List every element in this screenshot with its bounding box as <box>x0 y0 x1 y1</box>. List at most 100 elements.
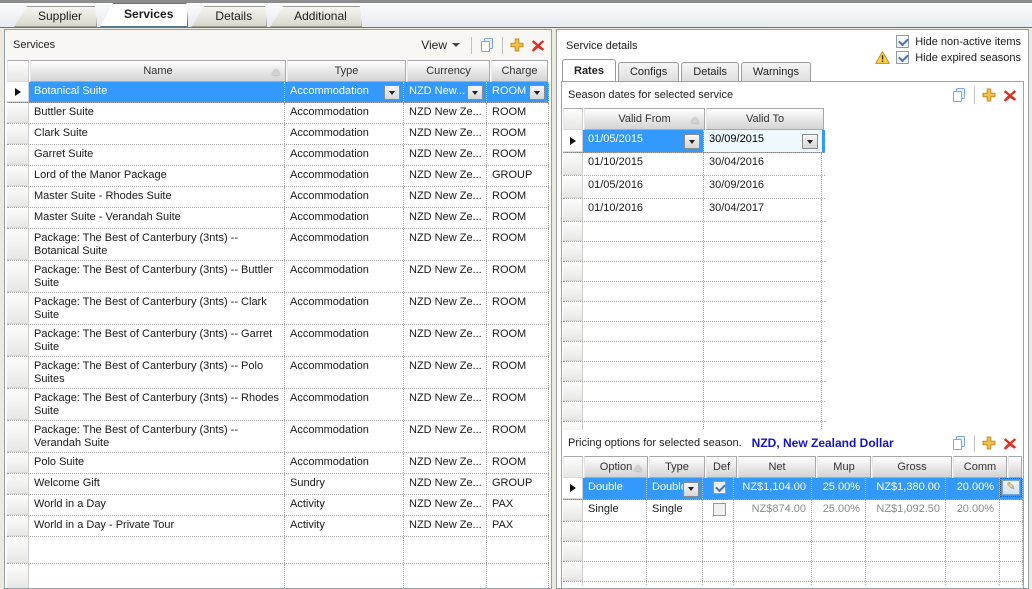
service-row[interactable]: Welcome Gift Sundry NZD New Ze... GROUP <box>7 474 549 495</box>
cell-type[interactable]: Double <box>647 478 703 499</box>
cell-service-type[interactable]: Accommodation <box>285 145 404 165</box>
cell-service-currency[interactable]: NZD New Ze... <box>404 357 487 388</box>
window-tab[interactable]: Details <box>191 6 267 27</box>
service-row[interactable]: Garret Suite Accommodation NZD New Ze...… <box>7 145 549 166</box>
season-row[interactable]: 01/05/2016 30/09/2016 <box>563 176 825 199</box>
cell-service-charge[interactable]: ROOM <box>487 187 549 207</box>
cell-service-type[interactable]: Accommodation <box>285 293 404 324</box>
cell-service-name[interactable]: Garret Suite <box>29 145 285 165</box>
service-row[interactable]: Botanical Suite Accommodation NZD New...… <box>7 82 549 103</box>
cell-service-currency[interactable]: NZD New... <box>404 82 487 102</box>
cell-service-name[interactable]: Package: The Best of Canterbury (3nts) -… <box>29 229 285 260</box>
cell-valid-from[interactable]: 01/10/2016 <box>583 199 704 221</box>
cell-service-charge[interactable]: GROUP <box>487 474 549 494</box>
details-tab[interactable]: Rates <box>562 59 616 82</box>
cell-service-currency[interactable]: NZD New Ze... <box>404 495 487 515</box>
cell-service-type[interactable]: Accommodation <box>285 187 404 207</box>
dropdown-button[interactable] <box>802 134 818 149</box>
dropdown-button[interactable] <box>529 85 545 100</box>
cell-valid-to[interactable]: 30/04/2017 <box>704 199 822 221</box>
cell-option[interactable]: Single <box>583 500 647 521</box>
cell-valid-to[interactable]: 30/04/2016 <box>704 153 822 175</box>
service-row[interactable]: Master Suite - Rhodes Suite Accommodatio… <box>7 187 549 208</box>
cell-service-charge[interactable]: ROOM <box>487 229 549 260</box>
cell-service-name[interactable]: Clark Suite <box>29 124 285 144</box>
hide-expired-checkbox[interactable] <box>896 51 909 64</box>
cell-service-name[interactable]: World in a Day <box>29 495 285 515</box>
column-header-def[interactable]: Def <box>706 456 737 478</box>
cell-service-name[interactable]: Master Suite - Verandah Suite <box>29 208 285 228</box>
cell-service-charge[interactable]: ROOM <box>487 82 549 102</box>
cell-service-name[interactable]: Buttler Suite <box>29 103 285 123</box>
cell-service-name[interactable]: Lord of the Manor Package <box>29 166 285 186</box>
cell-service-charge[interactable]: ROOM <box>487 208 549 228</box>
dropdown-button[interactable] <box>467 85 483 100</box>
cell-service-name[interactable]: Master Suite - Rhodes Suite <box>29 187 285 207</box>
service-row[interactable]: Package: The Best of Canterbury (3nts) -… <box>7 261 549 293</box>
cell-service-name[interactable]: World in a Day - Private Tour <box>29 516 285 536</box>
cell-service-currency[interactable]: NZD New Ze... <box>404 293 487 324</box>
details-tab[interactable]: Warnings <box>741 62 811 82</box>
cell-service-currency[interactable]: NZD New Ze... <box>404 145 487 165</box>
delete-icon[interactable] <box>1003 89 1017 102</box>
cell-service-name[interactable]: Welcome Gift <box>29 474 285 494</box>
cell-mup[interactable]: 25.00% <box>812 478 866 499</box>
column-header-comm[interactable]: Comm <box>953 456 1007 478</box>
cell-service-charge[interactable]: ROOM <box>487 389 549 420</box>
season-row[interactable]: 01/05/2015 30/09/2015 <box>563 130 825 153</box>
cell-service-currency[interactable]: NZD New Ze... <box>404 208 487 228</box>
cell-service-currency[interactable]: NZD New Ze... <box>404 325 487 356</box>
cell-service-charge[interactable]: ROOM <box>487 261 549 292</box>
cell-service-charge[interactable]: ROOM <box>487 103 549 123</box>
column-header-option[interactable]: Option <box>584 456 648 478</box>
cell-service-type[interactable]: Sundry <box>285 474 404 494</box>
service-row[interactable]: Package: The Best of Canterbury (3nts) -… <box>7 421 549 453</box>
cell-valid-to[interactable]: 30/09/2016 <box>704 176 822 198</box>
cell-service-type[interactable]: Accommodation <box>285 229 404 260</box>
cell-service-currency[interactable]: NZD New Ze... <box>404 516 487 536</box>
cell-service-currency[interactable]: NZD New Ze... <box>404 474 487 494</box>
column-header-type[interactable]: Type <box>649 456 705 478</box>
pricing-row[interactable]: Double Double NZ$1,104.00 25.00% NZ$1,38… <box>563 478 1023 500</box>
cell-service-charge[interactable]: ROOM <box>487 453 549 473</box>
cell-service-currency[interactable]: NZD New Ze... <box>404 389 487 420</box>
default-checkbox[interactable] <box>713 481 726 494</box>
cell-service-name[interactable]: Polo Suite <box>29 453 285 473</box>
service-row[interactable]: Clark Suite Accommodation NZD New Ze... … <box>7 124 549 145</box>
cell-service-currency[interactable]: NZD New Ze... <box>404 453 487 473</box>
cell-option[interactable]: Double <box>583 478 647 499</box>
cell-service-type[interactable]: Accommodation <box>285 82 404 102</box>
cell-mup[interactable]: 25.00% <box>812 500 866 521</box>
cell-service-charge[interactable]: ROOM <box>487 357 549 388</box>
column-header-valid-to[interactable]: Valid To <box>706 108 824 130</box>
edit-rate-button[interactable]: ✎ <box>1002 480 1020 495</box>
season-row[interactable]: 01/10/2016 30/04/2017 <box>563 199 825 222</box>
cell-edit[interactable]: ✎ <box>1000 500 1023 521</box>
column-header-name[interactable]: Name <box>30 60 286 82</box>
service-row[interactable]: Package: The Best of Canterbury (3nts) -… <box>7 389 549 421</box>
default-checkbox[interactable] <box>713 503 726 516</box>
cell-valid-from[interactable]: 01/05/2016 <box>583 176 704 198</box>
cell-type[interactable]: Single <box>647 500 703 521</box>
details-tab[interactable]: Configs <box>618 62 679 82</box>
cell-service-charge[interactable]: ROOM <box>487 421 549 452</box>
cell-service-charge[interactable]: PAX <box>487 495 549 515</box>
cell-valid-from[interactable]: 01/10/2015 <box>583 153 704 175</box>
cell-service-currency[interactable]: NZD New Ze... <box>404 124 487 144</box>
column-header-type[interactable]: Type <box>287 60 406 82</box>
cell-comm[interactable]: 20.00% <box>946 478 1000 499</box>
add-icon[interactable] <box>510 38 524 52</box>
cell-valid-from[interactable]: 01/05/2015 <box>583 130 704 152</box>
service-row[interactable]: Master Suite - Verandah Suite Accommodat… <box>7 208 549 229</box>
column-header-mup[interactable]: Mup <box>817 456 871 478</box>
cell-gross[interactable]: NZ$1,380.00 <box>866 478 946 499</box>
cell-service-name[interactable]: Package: The Best of Canterbury (3nts) -… <box>29 325 285 356</box>
service-row[interactable]: World in a Day Activity NZD New Ze... PA… <box>7 495 549 516</box>
cell-gross[interactable]: NZ$1,092.50 <box>866 500 946 521</box>
cell-service-type[interactable]: Accommodation <box>285 453 404 473</box>
cell-service-type[interactable]: Accommodation <box>285 208 404 228</box>
window-tab[interactable]: Services <box>100 3 188 27</box>
column-header-charge[interactable]: Charge <box>491 60 548 82</box>
cell-service-charge[interactable]: ROOM <box>487 145 549 165</box>
window-tab[interactable]: Additional <box>270 6 362 27</box>
